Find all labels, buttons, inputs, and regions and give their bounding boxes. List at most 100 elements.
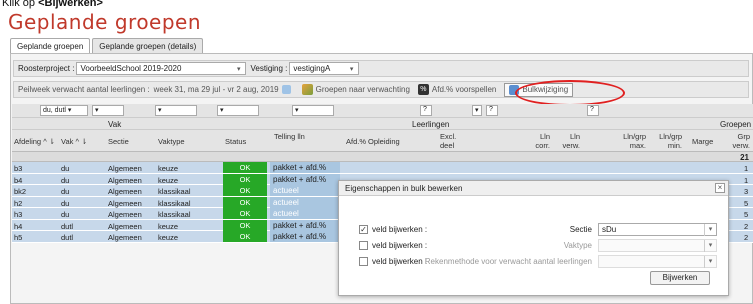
filter-bar: Roosterproject : VoorbeeldSchool 2019-20… (13, 60, 749, 77)
page-title: Geplande groepen (8, 10, 202, 34)
cell-vak: dutl (61, 233, 74, 242)
cell-vaktype: klassikaal (158, 187, 191, 196)
vaktype-select[interactable]: ▾ (598, 239, 717, 252)
cell-grpverw: 3 (744, 187, 749, 196)
table-row[interactable]: b3 du Algemeen keuze OK pakket + afd.% 1 (12, 162, 753, 174)
status-filter[interactable]: ▾ (217, 105, 259, 116)
cell-telling: actueel (270, 208, 340, 219)
col-sectie[interactable]: Sectie (108, 137, 129, 146)
col-grpverw[interactable]: Grp verw. (728, 132, 750, 150)
chevron-down-icon: ▾ (349, 66, 354, 73)
cell-telling: actueel (270, 196, 340, 208)
col-llngrpmin[interactable]: Lln/grp min. (652, 132, 682, 150)
column-group-row: Vak Leerlingen Groepen (12, 118, 753, 130)
veld-bijwerken-checkbox-vaktype[interactable] (359, 241, 368, 250)
peilweek-bar: Peilweek verwacht aantal leerlingen : we… (13, 81, 749, 98)
cell-vak: du (61, 164, 70, 173)
bulk-edit-dialog: Eigenschappen in bulk bewerken × ✓ veld … (338, 180, 729, 296)
status-badge: OK (223, 208, 267, 219)
cell-vaktype: keuze (158, 164, 179, 173)
dialog-row-rekenmethode: veld bijwerken : Rekenmethode voor verwa… (339, 255, 728, 271)
col-vak[interactable]: Vak ^ ⇂ (61, 137, 87, 146)
chevron-down-icon: ▾ (704, 224, 716, 236)
cell-vaktype: keuze (158, 221, 179, 231)
dialog-row-sectie: ✓ veld bijwerken : Sectie sDu ▾ (339, 223, 728, 239)
status-badge: OK (223, 173, 267, 185)
col-llngrpmax[interactable]: Lln/grp max. (616, 132, 646, 150)
col-llnverw[interactable]: Lln verw. (562, 132, 580, 150)
llngrp-filter[interactable]: ? (587, 105, 599, 116)
chevron-down-icon: ▾ (236, 66, 241, 73)
sectie-label: Sectie (569, 225, 592, 234)
cell-afdeling: h5 (14, 233, 23, 242)
cell-telling: pakket + afd.% (270, 231, 340, 242)
cell-afdeling: bk2 (14, 187, 27, 196)
veld-bijwerken-checkbox-sectie[interactable]: ✓ (359, 225, 368, 234)
highlight-ellipse (515, 80, 625, 106)
sectie-select[interactable]: sDu ▾ (598, 223, 717, 236)
col-marge[interactable]: Marge (692, 137, 713, 146)
sectie-filter[interactable]: ▾ (92, 105, 124, 116)
cell-vak: du (61, 175, 70, 185)
cell-grpverw: 1 (744, 175, 749, 185)
vestiging-select[interactable]: vestigingA ▾ (289, 62, 360, 75)
afd-voorspellen-button[interactable]: % Afd.% voorspellen (417, 84, 496, 95)
roosterproject-label: Roosterproject : (18, 64, 75, 73)
instruction-text: Klik op <Bijwerken> (2, 0, 103, 9)
chevron-down-icon: ▾ (704, 256, 716, 268)
col-vaktype[interactable]: Vaktype (158, 137, 185, 146)
excl-filter-chevron[interactable]: ▾ (472, 105, 482, 116)
vak-filter[interactable]: du, dutl ▾ (40, 105, 88, 116)
percent-icon: % (417, 84, 429, 95)
cell-sectie: Algemeen (108, 221, 142, 231)
rekenmethode-label: Rekenmethode voor verwacht aantal leerli… (424, 257, 592, 266)
close-icon[interactable]: × (715, 183, 725, 193)
sum-row: 21 (12, 152, 753, 162)
telling-filter[interactable]: ▾ (292, 105, 334, 116)
cell-sectie: Algemeen (108, 175, 142, 185)
cell-telling: pakket + afd.% (270, 162, 340, 173)
bijwerken-button[interactable]: Bijwerken (650, 271, 710, 285)
cell-sectie: Algemeen (108, 187, 142, 196)
cell-vaktype: keuze (158, 175, 179, 185)
cell-vak: du (61, 198, 70, 208)
cell-vak: du (61, 210, 70, 219)
tab-bar: Geplande groepen Geplande groepen (detai… (10, 38, 205, 54)
opleiding-filter[interactable]: ? (420, 105, 432, 116)
cell-vaktype: klassikaal (158, 210, 191, 219)
status-badge: OK (223, 231, 267, 242)
status-badge: OK (223, 185, 267, 196)
veld-bijwerken-checkbox-rekenmethode[interactable] (359, 257, 368, 266)
roosterproject-select[interactable]: VoorbeeldSchool 2019-2020 ▾ (76, 62, 247, 75)
dialog-title: Eigenschappen in bulk bewerken (339, 181, 728, 196)
col-telling[interactable]: Telling lln (274, 132, 308, 141)
peilweek-label: Peilweek verwacht aantal leerlingen : (18, 85, 150, 94)
tab-geplande-groepen[interactable]: Geplande groepen (10, 38, 91, 54)
calendar-icon[interactable] (281, 85, 291, 94)
cell-afdeling: b3 (14, 164, 23, 173)
cell-afdeling: h4 (14, 221, 23, 231)
chevron-down-icon: ▾ (704, 240, 716, 252)
col-excl[interactable]: Excl. deel (440, 132, 466, 150)
col-opleiding[interactable]: Opleiding (368, 137, 400, 146)
col-llncorr[interactable]: Lln corr. (530, 132, 550, 150)
cell-grpverw: 5 (744, 210, 749, 219)
rekenmethode-select[interactable]: ▾ (598, 255, 717, 268)
cell-telling: pakket + afd.% (270, 219, 340, 231)
cell-vaktype: klassikaal (158, 198, 191, 208)
col-afd[interactable]: Afd.% (346, 137, 366, 146)
col-status[interactable]: Status (225, 137, 246, 146)
status-badge: OK (223, 196, 267, 208)
status-badge: OK (223, 162, 267, 173)
col-afdeling[interactable]: Afdeling ^ ⇂ (14, 137, 55, 146)
cell-grpverw: 1 (744, 164, 749, 173)
groepen-naar-verwachting-button[interactable]: Groepen naar verwachting (301, 84, 410, 95)
peilweek-value: week 31, ma 29 jul - vr 2 aug, 2019 (153, 85, 279, 94)
vaktype-filter[interactable]: ▾ (155, 105, 197, 116)
tab-geplande-groepen-details[interactable]: Geplande groepen (details) (92, 38, 204, 54)
column-header-row: Afdeling ^ ⇂ Vak ^ ⇂ Sectie Vaktype Stat… (12, 130, 753, 152)
excl-filter[interactable]: ? (486, 105, 498, 116)
people-icon (301, 84, 313, 95)
vaktype-label: Vaktype (563, 241, 592, 250)
group-vak-label: Vak (108, 120, 122, 129)
